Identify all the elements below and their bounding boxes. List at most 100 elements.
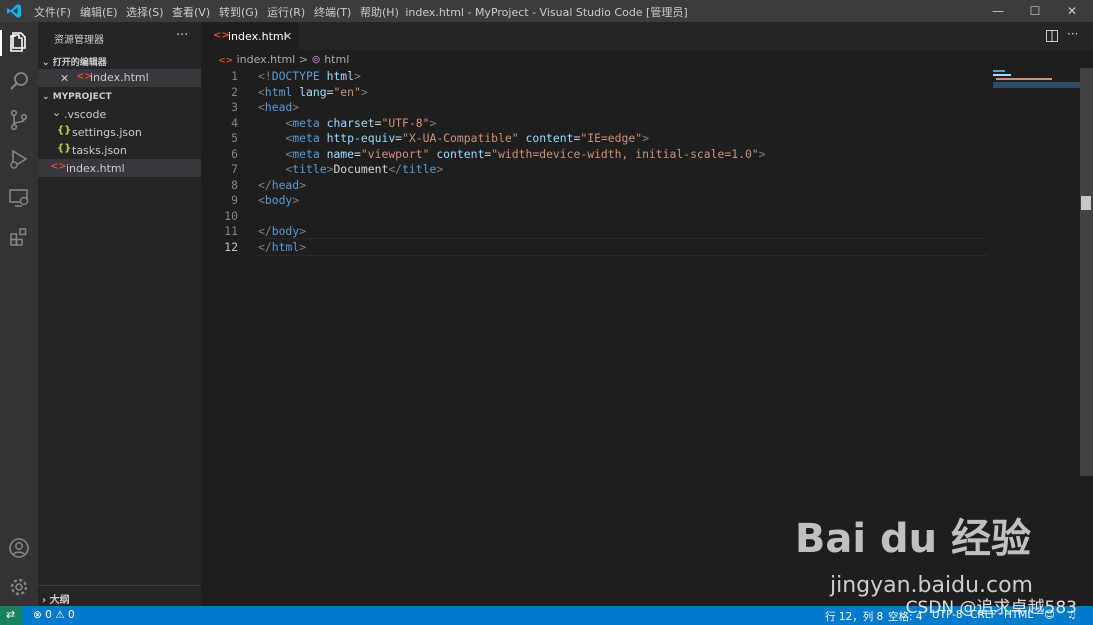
code-token: body — [264, 193, 293, 207]
activity-bar — [0, 22, 38, 606]
chevron-right-icon: › — [42, 595, 47, 606]
sidebar-title: 资源管理器 — [54, 35, 104, 46]
code-line[interactable]: <!DOCTYPE html> — [258, 68, 361, 84]
code-line[interactable]: <head> — [258, 99, 299, 115]
code-line[interactable]: </head> — [258, 177, 306, 193]
symbol-element-icon: ⊚ — [311, 53, 321, 66]
scrollbar-cursor-marker — [1081, 196, 1091, 210]
account-icon[interactable] — [7, 536, 31, 560]
sidebar-explorer: 资源管理器 ··· ⌄ 打开的编辑器 ✕ <> index.html ⌄ MYP… — [38, 22, 201, 606]
code-token: body — [271, 224, 300, 238]
more-actions-icon[interactable]: ··· — [1067, 27, 1078, 41]
problems-indicator[interactable]: ⊗ 0 ⚠ 0 — [33, 609, 75, 621]
menu-item[interactable]: 终端(T) — [314, 4, 351, 20]
settings-gear-icon[interactable] — [7, 575, 31, 599]
open-editor-label: index.html — [90, 71, 149, 84]
code-token: <! — [258, 69, 272, 83]
minimize-button[interactable]: — — [981, 0, 1015, 22]
code-line[interactable]: <body> — [258, 192, 299, 208]
code-token: </ — [388, 162, 403, 176]
code-token: = — [395, 131, 403, 145]
outline-section-header[interactable]: › 大纲 — [42, 591, 70, 606]
chevron-down-icon: ⌄ — [52, 106, 62, 119]
breadcrumb: <> index.html > ⊚ html — [218, 53, 349, 66]
close-window-button[interactable]: ✕ — [1055, 0, 1089, 22]
code-token: > — [758, 146, 766, 161]
chevron-down-icon: ⌄ — [42, 58, 50, 68]
breadcrumb-symbol[interactable]: html — [324, 53, 349, 66]
line-number: 9 — [231, 193, 238, 207]
code-line[interactable]: <meta charset="UTF-8"> — [258, 115, 436, 131]
open-editors-heading: 打开的编辑器 — [52, 58, 107, 68]
extensions-icon[interactable] — [7, 225, 31, 249]
close-editor-icon[interactable]: ✕ — [60, 72, 69, 85]
minimap[interactable] — [993, 68, 1080, 90]
minimap-line — [993, 74, 1011, 76]
myproject-section-header[interactable]: ⌄ MYPROJECT — [42, 92, 112, 102]
tab-close-icon[interactable]: ✕ — [283, 30, 292, 43]
maximize-button[interactable]: ☐ — [1018, 0, 1052, 22]
remote-indicator[interactable]: ⇄ — [0, 606, 22, 625]
code-line[interactable]: </html> — [258, 239, 306, 255]
code-line[interactable]: <meta name="viewport" content="width=dev… — [258, 146, 766, 162]
code-token: > — [299, 239, 307, 254]
code-line[interactable]: </body> — [258, 223, 306, 239]
menu-item[interactable]: 运行(R) — [267, 4, 305, 20]
menu-item[interactable]: 帮助(H) — [360, 4, 399, 20]
menu-item[interactable]: 编辑(E) — [80, 4, 118, 20]
line-number: 12 — [224, 239, 238, 254]
run-debug-icon[interactable] — [7, 147, 31, 171]
tree-label-vscode: .vscode — [64, 108, 107, 121]
code-line[interactable]: <meta http-equiv="X-UA-Compatible" conte… — [258, 130, 649, 146]
code-token: head — [264, 100, 293, 114]
code-token: "IE=edge" — [580, 131, 643, 145]
split-editor-icon[interactable] — [1046, 30, 1058, 42]
line-number: 8 — [231, 177, 238, 192]
breadcrumb-separator: > — [298, 53, 308, 66]
menu-item[interactable]: 查看(V) — [172, 4, 210, 20]
code-token: html — [326, 69, 355, 83]
menu-item[interactable]: 文件(F) — [34, 4, 71, 20]
code-token: head — [271, 177, 300, 192]
baidu-jingyan-watermark-logo: Bai du 经验 — [794, 516, 1031, 562]
chevron-down-icon: ⌄ — [42, 92, 50, 102]
code-token: < — [258, 100, 265, 114]
menu-item[interactable]: 选择(S) — [126, 4, 164, 20]
code-token: </ — [258, 177, 272, 192]
vertical-scrollbar[interactable] — [1080, 68, 1093, 476]
minimap-line — [996, 78, 1052, 80]
code-line[interactable]: <title>Document</title> — [258, 161, 443, 177]
breadcrumb-file[interactable]: index.html — [237, 53, 296, 66]
more-actions-button[interactable]: ··· — [176, 28, 188, 43]
menu-item[interactable]: 转到(G) — [219, 4, 258, 20]
code-token: http-equiv — [326, 131, 396, 145]
cursor-position[interactable]: 行 12，列 8 — [825, 609, 883, 624]
remote-explorer-icon[interactable] — [7, 186, 31, 210]
line-number: 3 — [231, 100, 238, 114]
code-token: > — [299, 177, 307, 192]
code-token: title — [292, 162, 327, 176]
code-token: = — [354, 146, 361, 161]
code-token: meta — [292, 115, 327, 130]
code-token: < — [258, 84, 265, 99]
line-number: 1 — [231, 69, 238, 83]
html-file-icon: <> — [218, 56, 234, 66]
code-token: > — [299, 224, 307, 238]
explorer-icon[interactable] — [7, 30, 31, 54]
tab-index-html[interactable]: <> index.html ✕ — [201, 22, 298, 50]
search-icon[interactable] — [7, 69, 31, 93]
code-line[interactable]: <html lang="en"> — [258, 84, 368, 100]
tab-bar: ··· — [201, 22, 1093, 50]
source-control-icon[interactable] — [7, 108, 31, 132]
minimap-line — [993, 70, 1005, 72]
tree-item-vscode[interactable] — [38, 105, 201, 123]
open-editors-section-header[interactable]: ⌄ 打开的编辑器 — [42, 55, 107, 68]
warning-icon: ⚠ — [55, 609, 65, 621]
title-bar: 文件(F) 编辑(E) 选择(S) 查看(V) 转到(G) 运行(R) 终端(T) 帮助(H)… — [0, 0, 1093, 22]
line-number: 11 — [224, 224, 238, 238]
divider — [38, 585, 201, 586]
code-token: > — [429, 115, 437, 130]
code-token: title — [402, 162, 437, 176]
